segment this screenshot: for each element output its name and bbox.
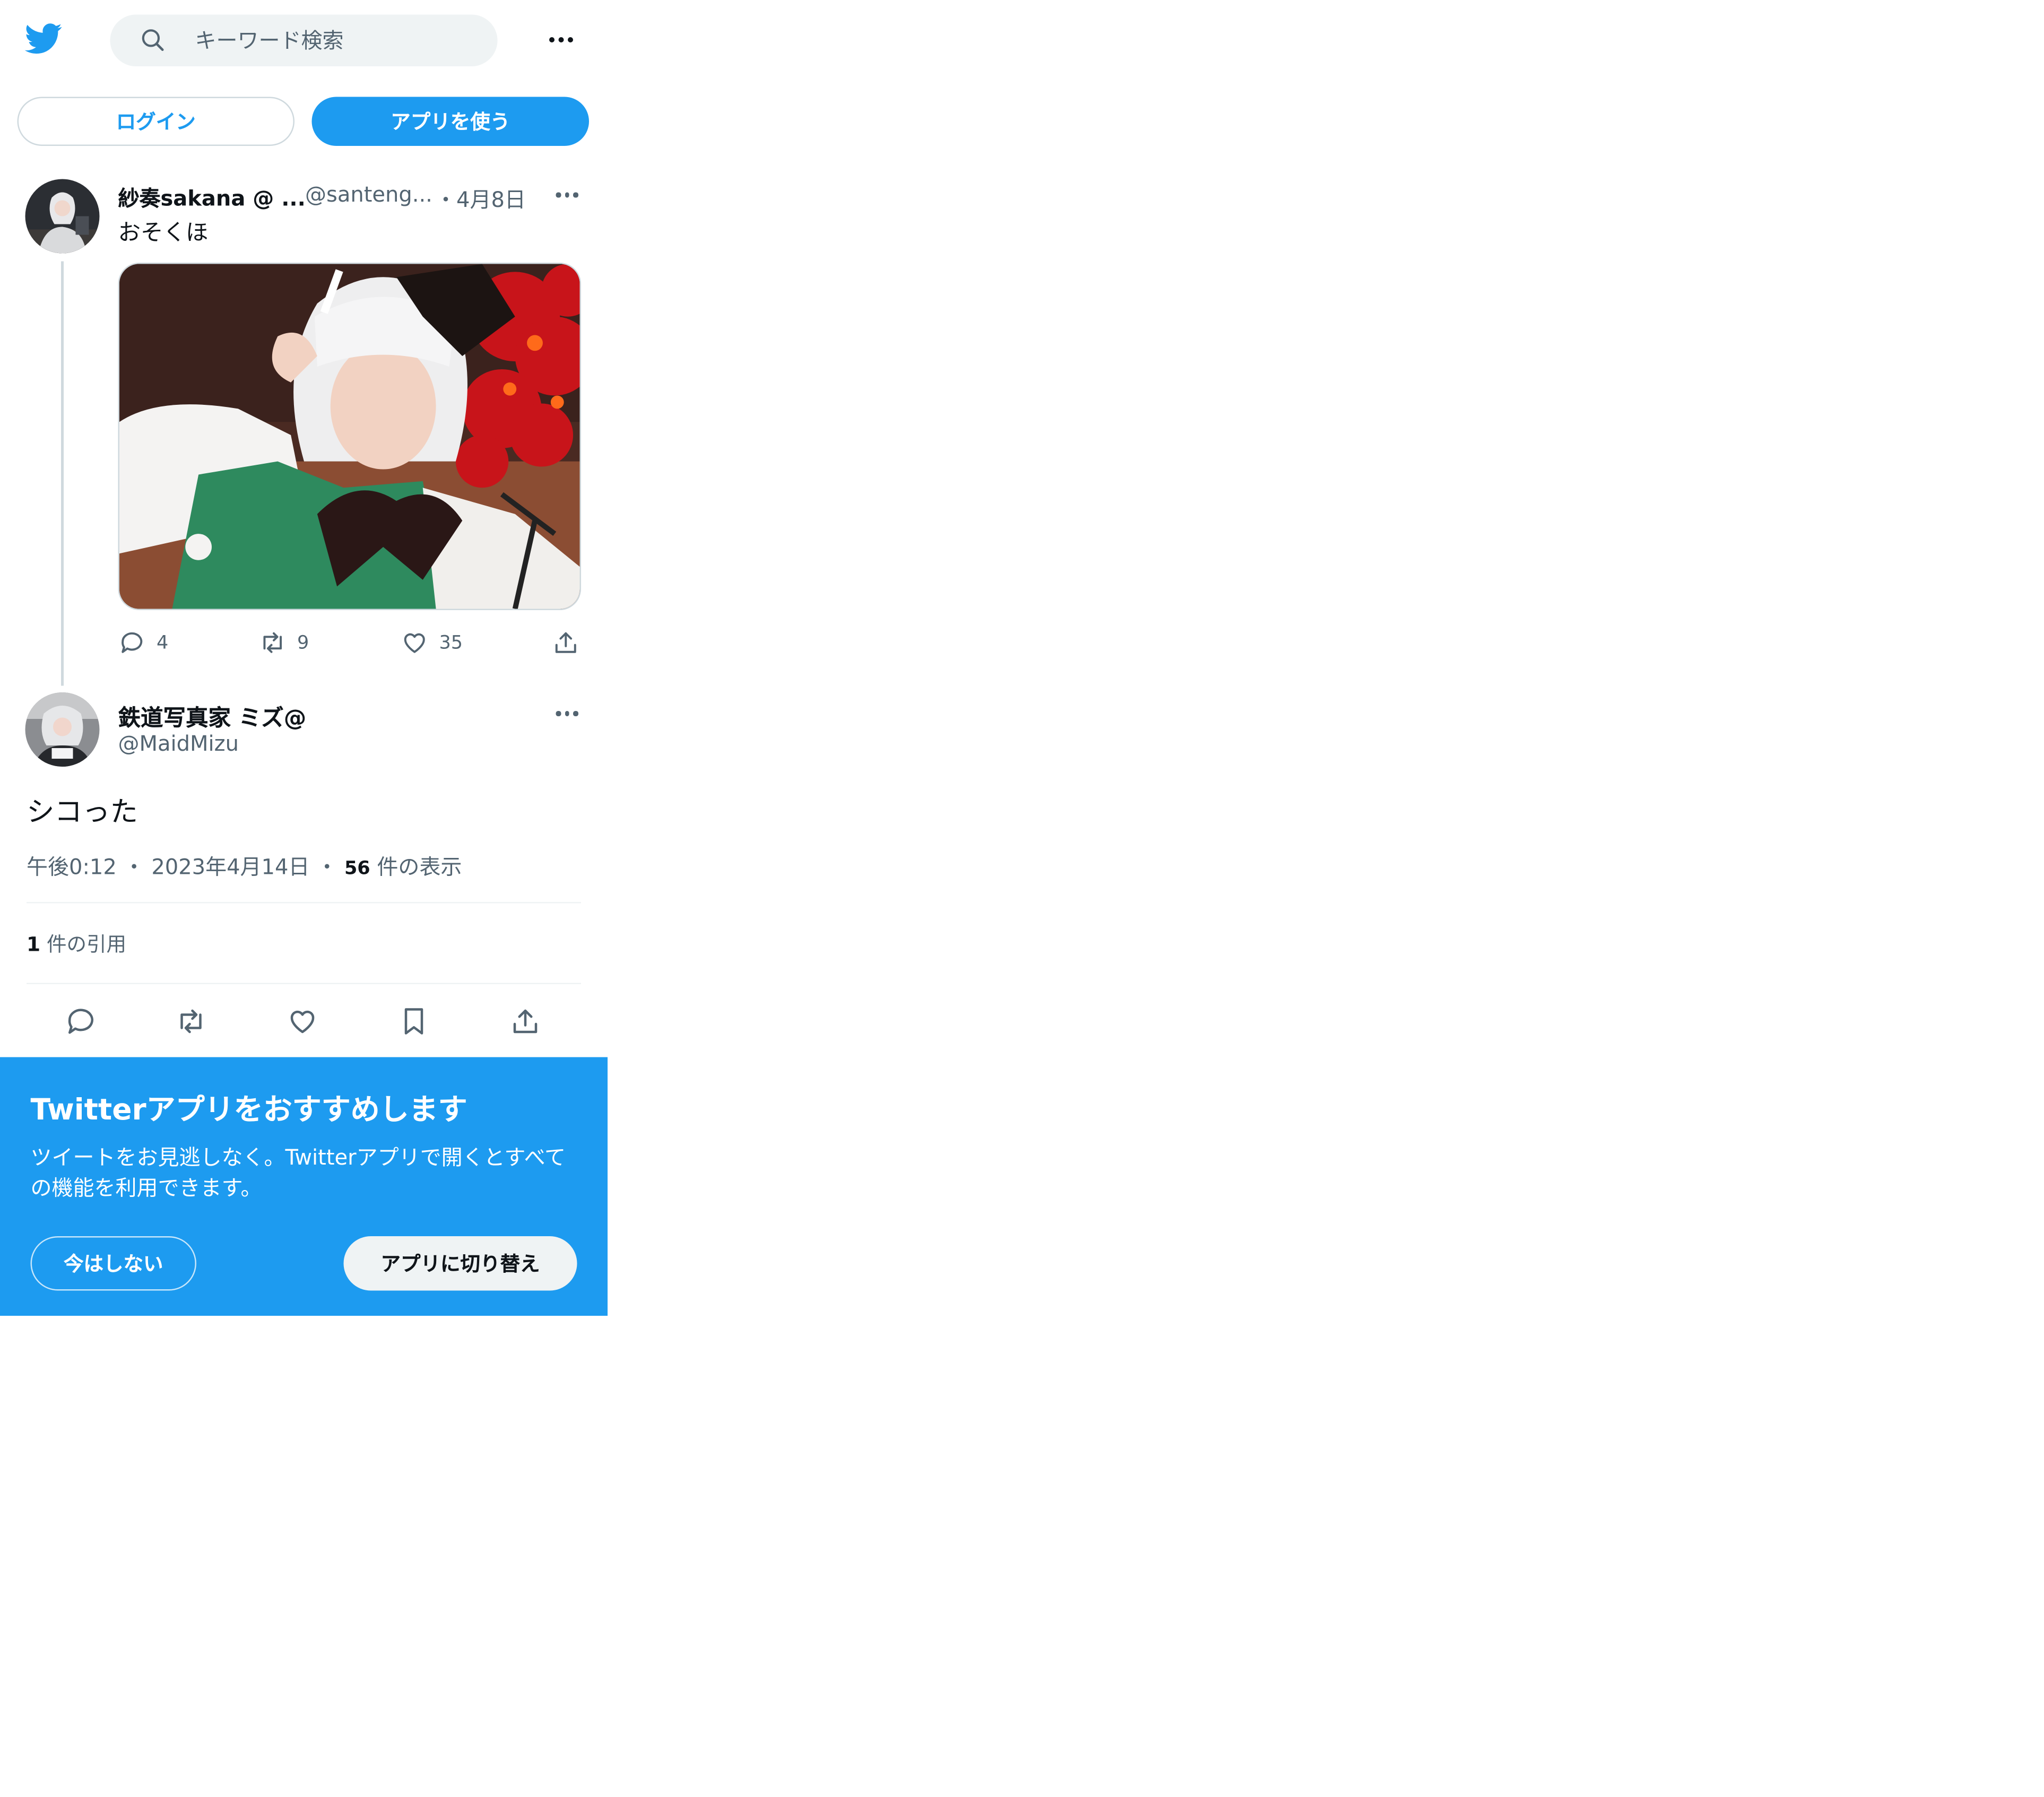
heart-icon: [404, 633, 425, 653]
heart-icon: [290, 1010, 315, 1034]
banner-text: ツイートをお見逃しなく。Twitterアプリで開くとすべての機能を利用できます。: [30, 1144, 566, 1201]
share-button[interactable]: [552, 629, 580, 657]
reply-icon: [122, 632, 143, 653]
tweet-photo[interactable]: [118, 263, 581, 610]
views-count: 56: [344, 858, 370, 880]
author-name[interactable]: 紗奏sakana @ ...: [118, 180, 306, 212]
retweet-icon: [180, 1009, 202, 1034]
tweet-date[interactable]: ・4月8日: [435, 182, 526, 214]
more-horizontal-icon[interactable]: [556, 186, 580, 204]
use-app-button[interactable]: アプリを使う: [311, 97, 589, 146]
quotes-label: 件の引用: [47, 932, 127, 957]
search-input[interactable]: [195, 14, 474, 66]
avatar[interactable]: [25, 179, 100, 254]
share-button[interactable]: [509, 1005, 541, 1037]
reply-icon: [68, 1009, 93, 1034]
bookmark-icon: [404, 1008, 423, 1035]
share-icon: [513, 1009, 538, 1034]
retweet-button[interactable]: [175, 1005, 207, 1037]
switch-to-app-button[interactable]: アプリに切り替え: [343, 1236, 577, 1291]
avatar[interactable]: [25, 692, 100, 767]
like-button[interactable]: 35: [401, 629, 463, 657]
reply-button[interactable]: [65, 1005, 97, 1037]
thread-line: [61, 261, 64, 686]
app-promo-banner: Twitterアプリをおすすめします ツイートをお見逃しなく。Twitterアプ…: [0, 1057, 608, 1316]
search-icon: [140, 27, 166, 53]
views-label: 件の表示: [377, 854, 462, 880]
more-horizontal-icon[interactable]: [556, 705, 580, 723]
more-horizontal-icon[interactable]: [549, 29, 578, 50]
tweet-time[interactable]: 午後0:12: [27, 854, 117, 880]
like-button[interactable]: [287, 1005, 318, 1037]
author-handle[interactable]: @MaidMizu: [118, 731, 239, 757]
divider: [27, 983, 581, 984]
retweet-icon: [263, 632, 282, 653]
divider: [27, 902, 581, 904]
reply-button[interactable]: 4: [118, 629, 169, 657]
quotes-count: 1: [27, 932, 41, 957]
tweet-text: おそくほ: [118, 220, 209, 247]
tweet-meta: 午後0:12 ・ 2023年4月14日 ・ 56 件の表示: [27, 854, 462, 880]
retweet-count: 9: [297, 632, 309, 654]
tweet-date[interactable]: 2023年4月14日: [151, 854, 309, 880]
author-name[interactable]: 鉄道写真家 ミズ@: [118, 699, 307, 732]
like-count: 35: [439, 632, 463, 654]
author-handle[interactable]: @santeng...: [305, 182, 432, 207]
share-icon: [555, 632, 576, 653]
bookmark-button[interactable]: [398, 1005, 430, 1037]
twitter-bird-icon[interactable]: [24, 20, 64, 57]
retweet-button[interactable]: 9: [259, 629, 309, 657]
tweet-text: シコった: [27, 796, 138, 828]
quotes-link[interactable]: 1 件の引用: [27, 930, 126, 958]
not-now-button[interactable]: 今はしない: [30, 1236, 196, 1291]
login-button[interactable]: ログイン: [17, 97, 295, 146]
banner-title: Twitterアプリをおすすめします: [30, 1094, 467, 1128]
search-box[interactable]: [110, 14, 498, 66]
reply-count: 4: [157, 632, 169, 654]
